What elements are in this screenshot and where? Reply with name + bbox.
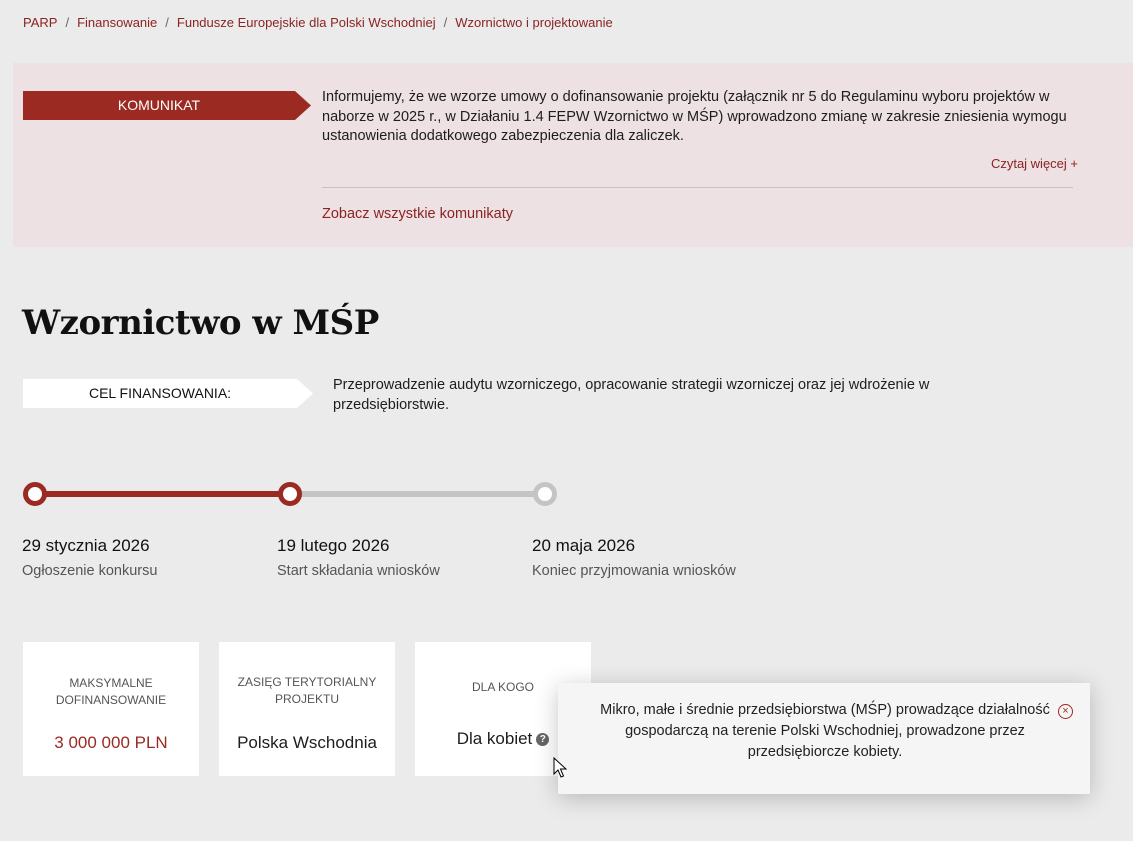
- breadcrumb-current[interactable]: Wzornictwo i projektowanie: [455, 15, 613, 30]
- timeline-dot-2: [278, 482, 302, 506]
- timeline-progress-done: [33, 491, 290, 497]
- breadcrumb: PARP / Finansowanie / Fundusze Europejskie d…: [23, 15, 613, 30]
- breadcrumb-parp[interactable]: PARP: [23, 15, 57, 30]
- breadcrumb-separator: /: [65, 15, 70, 30]
- close-icon[interactable]: ×: [1058, 704, 1073, 719]
- card-value: Polska Wschodnia: [237, 733, 377, 752]
- card-max-funding: MAKSYMALNE DOFINANSOWANIE 3 000 000 PLN: [23, 642, 199, 776]
- help-icon[interactable]: ?: [536, 733, 550, 746]
- page-title: Wzornictwo w MŚP: [22, 303, 379, 343]
- notice-label: KOMUNIKAT: [23, 91, 311, 120]
- timeline-step-3: 20 maja 2026 Koniec przyjmowania wnioskó…: [532, 536, 772, 579]
- breadcrumb-finansowanie[interactable]: Finansowanie: [77, 15, 157, 30]
- step-label: Start składania wniosków: [277, 563, 440, 579]
- breadcrumb-fepw[interactable]: Fundusze Europejskie dla Polski Wschodni…: [177, 15, 436, 30]
- read-more-link[interactable]: Czytaj więcej +: [991, 156, 1078, 171]
- card-value: 3 000 000 PLN: [54, 733, 168, 752]
- timeline-step-1: 29 stycznia 2026 Ogłoszenie konkursu: [22, 536, 262, 579]
- step-label: Ogłoszenie konkursu: [22, 563, 158, 579]
- see-all-notices-link[interactable]: Zobacz wszystkie komunikaty: [322, 206, 513, 222]
- step-date: 19 lutego 2026: [277, 536, 390, 555]
- card-value-text: Dla kobiet: [456, 729, 533, 748]
- card-label: ZASIĘG TERYTORIALNY PROJEKTU: [237, 675, 377, 706]
- tooltip: Mikro, małe i średnie przedsiębiorstwa (…: [558, 683, 1090, 794]
- breadcrumb-separator: /: [443, 15, 448, 30]
- step-date: 29 stycznia 2026: [22, 536, 150, 555]
- step-label: Koniec przyjmowania wniosków: [532, 563, 736, 579]
- step-date: 20 maja 2026: [532, 536, 636, 555]
- timeline-progress-remaining: [290, 491, 544, 497]
- timeline-dot-1: [23, 482, 47, 506]
- breadcrumb-separator: /: [165, 15, 169, 30]
- card-territory: ZASIĘG TERYTORIALNY PROJEKTU Polska Wsch…: [219, 642, 395, 776]
- mouse-cursor-icon: [553, 757, 567, 778]
- timeline-dot-3: [533, 482, 557, 506]
- notice-text: Informujemy, że we wzorze umowy o dofina…: [322, 89, 1067, 144]
- card-label: MAKSYMALNE DOFINANSOWANIE: [55, 676, 167, 707]
- timeline: [23, 481, 563, 506]
- tooltip-text: Mikro, małe i średnie przedsiębiorstwa (…: [600, 702, 1050, 760]
- timeline-step-2: 19 lutego 2026 Start składania wniosków: [277, 536, 517, 579]
- goal-text: Przeprowadzenie audytu wzorniczego, opra…: [333, 377, 930, 413]
- notice-divider: [322, 187, 1073, 188]
- notice-panel: KOMUNIKAT Informujemy, że we wzorze umow…: [13, 63, 1133, 247]
- goal-label: CEL FINANSOWANIA:: [23, 379, 313, 408]
